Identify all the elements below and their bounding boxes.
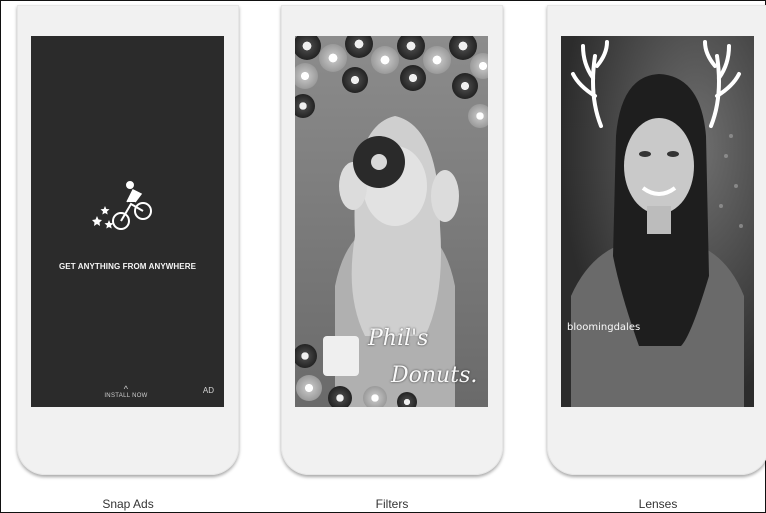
brand-watermark: bloomingdales [567,322,641,333]
snap-ad-screen[interactable]: GET ANYTHING FROM ANYWHERE ^ INSTALL NOW… [31,36,224,407]
phone-mockup-snap-ads: GET ANYTHING FROM ANYWHERE ^ INSTALL NOW… [17,5,239,475]
ad-tagline: GET ANYTHING FROM ANYWHERE [58,262,197,271]
install-now-label: INSTALL NOW [104,393,148,399]
filter-overlay-text-line2: Donuts. [391,363,478,388]
filter-screen[interactable]: Phil's Donuts. [295,36,488,407]
filter-photo [295,36,488,407]
phone-mockup-lenses: bloomingdales [547,5,766,475]
phone-mockup-filters: Phil's Donuts. [281,5,503,475]
page-frame: GET ANYTHING FROM ANYWHERE ^ INSTALL NOW… [0,0,766,513]
lens-screen[interactable]: bloomingdales [561,36,754,407]
ad-badge: AD [202,386,214,395]
courier-bicycle-icon [83,176,163,236]
caption-filters: Filters [375,497,409,511]
lens-photo [561,36,754,407]
filter-overlay-text-line1: Phil's [368,326,429,351]
caption-lenses: Lenses [638,497,678,511]
install-now-button[interactable]: ^ INSTALL NOW [91,384,161,400]
caption-snap-ads: Snap Ads [102,497,154,511]
chevron-up-icon: ^ [123,384,129,394]
